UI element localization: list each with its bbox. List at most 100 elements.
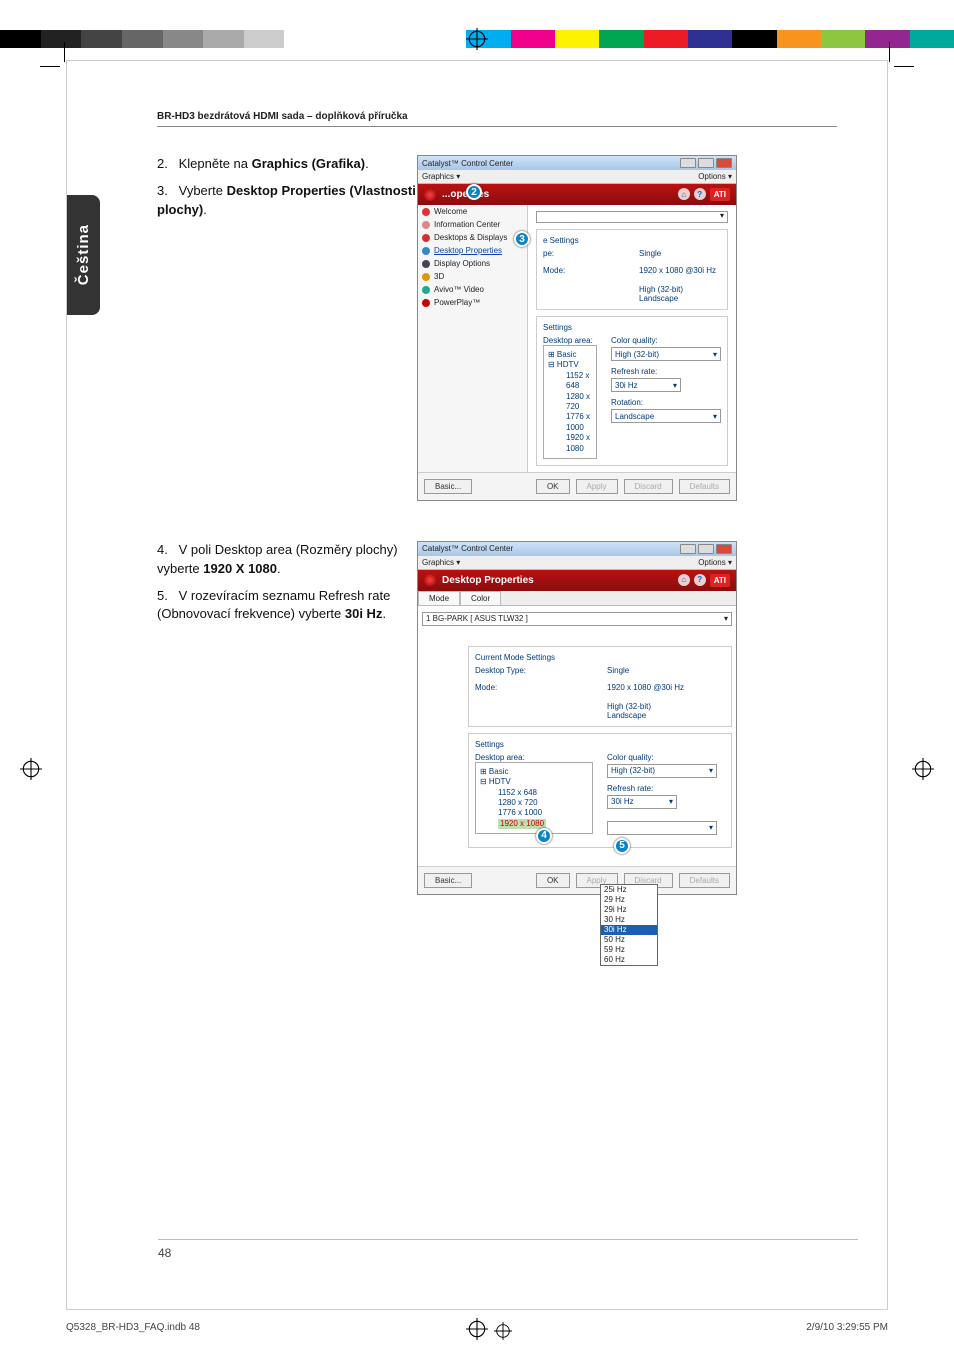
step-3-pre: Vyberte	[179, 183, 227, 198]
step-4-number: 4.	[157, 541, 175, 560]
options-menu[interactable]: Options ▾	[698, 172, 732, 181]
maximize-button-2[interactable]	[698, 544, 714, 554]
graphics-menu-2[interactable]: Graphics ▾	[422, 558, 460, 567]
color-depth-value: High (32-bit)	[639, 285, 721, 294]
sidebar-item-desktop-properties[interactable]: Desktop Properties	[418, 244, 527, 257]
refresh-rate-label-2: Refresh rate:	[607, 784, 725, 793]
redhdr-icon	[424, 189, 436, 201]
page-number: 48	[158, 1239, 858, 1260]
footer-reg-icon	[494, 1322, 512, 1340]
registration-mark-top	[466, 28, 488, 50]
orientation-value-2: Landscape	[607, 711, 725, 720]
display-selector-2[interactable]: 1 BG-PARK [ ASUS TLW32 ]	[422, 612, 732, 626]
desktop-type-value: Single	[639, 249, 721, 258]
step-4-bold: 1920 X 1080	[203, 561, 277, 576]
mode-label: Mode:	[543, 266, 625, 275]
ati-logo-2: ATI	[710, 574, 730, 587]
color-depth-value-2: High (32-bit)	[607, 702, 725, 711]
home-icon-2[interactable]: ⌂	[678, 574, 690, 586]
desktop-area-label: Desktop area:	[543, 336, 597, 345]
sidebar-item-display-options[interactable]: Display Options	[418, 257, 527, 270]
refresh-rate-select[interactable]: 30i Hz	[611, 378, 681, 392]
win1-sidebar: Welcome Information Center Desktops & Di…	[418, 205, 528, 472]
basic-button[interactable]: Basic...	[424, 479, 472, 494]
step-3-number: 3.	[157, 182, 175, 201]
step-4-post: .	[277, 561, 281, 576]
refresh-rate-select-2[interactable]: 30i Hz	[607, 795, 677, 809]
desktop-type-label-2: Desktop Type:	[475, 666, 593, 675]
win1-title: Catalyst™ Control Center	[422, 159, 513, 168]
page-content: BR-HD3 bezdrátová HDMI sada – doplňková …	[66, 60, 888, 1310]
rotation-label: Rotation:	[611, 398, 721, 407]
sidebar-item-3d[interactable]: 3D	[418, 270, 527, 283]
tree-selected[interactable]: 1920 x 1080	[498, 819, 546, 829]
win1-titlebar: Catalyst™ Control Center	[418, 156, 736, 170]
tab-mode[interactable]: Mode	[418, 591, 460, 605]
defaults-button[interactable]: Defaults	[679, 479, 730, 494]
desktop-type-label: pe:	[543, 249, 625, 258]
display-selector[interactable]	[536, 211, 728, 223]
step-2-number: 2.	[157, 155, 175, 174]
close-button[interactable]	[716, 158, 732, 168]
step-5-post: .	[382, 606, 386, 621]
home-icon[interactable]: ⌂	[678, 188, 690, 200]
minimize-button-2[interactable]	[680, 544, 696, 554]
footer-file: Q5328_BR-HD3_FAQ.indb 48	[66, 1322, 200, 1340]
desktop-area-tree-2[interactable]: ⊞ Basic ⊟ HDTV 1152 x 648 1280 x 720 177…	[475, 762, 593, 834]
ati-logo: ATI	[710, 188, 730, 201]
color-quality-label-2: Color quality:	[607, 753, 725, 762]
current-mode-legend: e Settings	[543, 236, 721, 245]
win2-red-header: Desktop Properties	[442, 575, 534, 586]
step-3-post: .	[203, 202, 207, 217]
running-head: BR-HD3 bezdrátová HDMI sada – doplňková …	[157, 111, 837, 127]
ok-button[interactable]: OK	[536, 479, 570, 494]
settings-legend: Settings	[543, 323, 721, 332]
sidebar-item-avivo[interactable]: Avivo™ Video	[418, 283, 527, 296]
step-5-bold: 30i Hz	[345, 606, 383, 621]
graphics-menu[interactable]: Graphics ▾	[422, 172, 460, 181]
sidebar-item-welcome[interactable]: Welcome	[418, 205, 527, 218]
tab-color[interactable]: Color	[460, 591, 501, 605]
close-button-2[interactable]	[716, 544, 732, 554]
mode-value-2: 1920 x 1080 @30i Hz	[607, 683, 725, 692]
basic-button-2[interactable]: Basic...	[424, 873, 472, 888]
registration-mark-left	[20, 758, 42, 780]
print-footer: Q5328_BR-HD3_FAQ.indb 48 2/9/10 3:29:55 …	[66, 1322, 888, 1340]
mode-value: 1920 x 1080 @30i Hz	[639, 266, 721, 275]
redhdr-icon-2	[424, 574, 436, 586]
step-5-number: 5.	[157, 587, 175, 606]
color-quality-select-2[interactable]: High (32-bit)	[607, 764, 717, 778]
footer-date: 2/9/10 3:29:55 PM	[806, 1322, 888, 1340]
win2-titlebar: Catalyst™ Control Center	[418, 542, 736, 556]
discard-button[interactable]: Discard	[624, 479, 673, 494]
win2-title: Catalyst™ Control Center	[422, 544, 513, 553]
screenshot-2: Catalyst™ Control Center Graphics ▾ Opti…	[417, 541, 737, 895]
callout-5: 5	[614, 838, 630, 854]
refresh-rate-dropdown-open[interactable]: 25i Hz 29 Hz 29i Hz 30 Hz 30i Hz 50 Hz 5…	[600, 884, 658, 966]
options-menu-2[interactable]: Options ▾	[698, 558, 732, 567]
rotation-select[interactable]: Landscape	[611, 409, 721, 423]
orientation-value: Landscape	[639, 294, 721, 303]
color-quality-label: Color quality:	[611, 336, 721, 345]
help-icon[interactable]: ?	[694, 188, 706, 200]
desktop-area-tree[interactable]: ⊞ Basic ⊟ HDTV 1152 x 648 1280 x 720 177…	[543, 345, 597, 459]
sidebar-item-info[interactable]: Information Center	[418, 218, 527, 231]
sidebar-item-powerplay[interactable]: PowerPlay™	[418, 296, 527, 309]
instruction-group-2: 4. V poli Desktop area (Rozměry plochy) …	[157, 541, 417, 632]
desktop-area-label-2: Desktop area:	[475, 753, 593, 762]
current-mode-legend-2: Current Mode Settings	[475, 653, 725, 662]
win1-content: e Settings pe: Mode: Single	[528, 205, 736, 472]
help-icon-2[interactable]: ?	[694, 574, 706, 586]
defaults-button-2[interactable]: Defaults	[679, 873, 730, 888]
registration-mark-right	[912, 758, 934, 780]
desktop-type-value-2: Single	[607, 666, 725, 675]
minimize-button[interactable]	[680, 158, 696, 168]
ok-button-2[interactable]: OK	[536, 873, 570, 888]
apply-button[interactable]: Apply	[576, 479, 618, 494]
maximize-button[interactable]	[698, 158, 714, 168]
sidebar-item-desktops[interactable]: Desktops & Displays	[418, 231, 527, 244]
rotation-select-placeholder[interactable]	[607, 821, 717, 835]
step-2-bold: Graphics (Grafika)	[252, 156, 365, 171]
color-quality-select[interactable]: High (32-bit)	[611, 347, 721, 361]
step-2-post: .	[365, 156, 369, 171]
